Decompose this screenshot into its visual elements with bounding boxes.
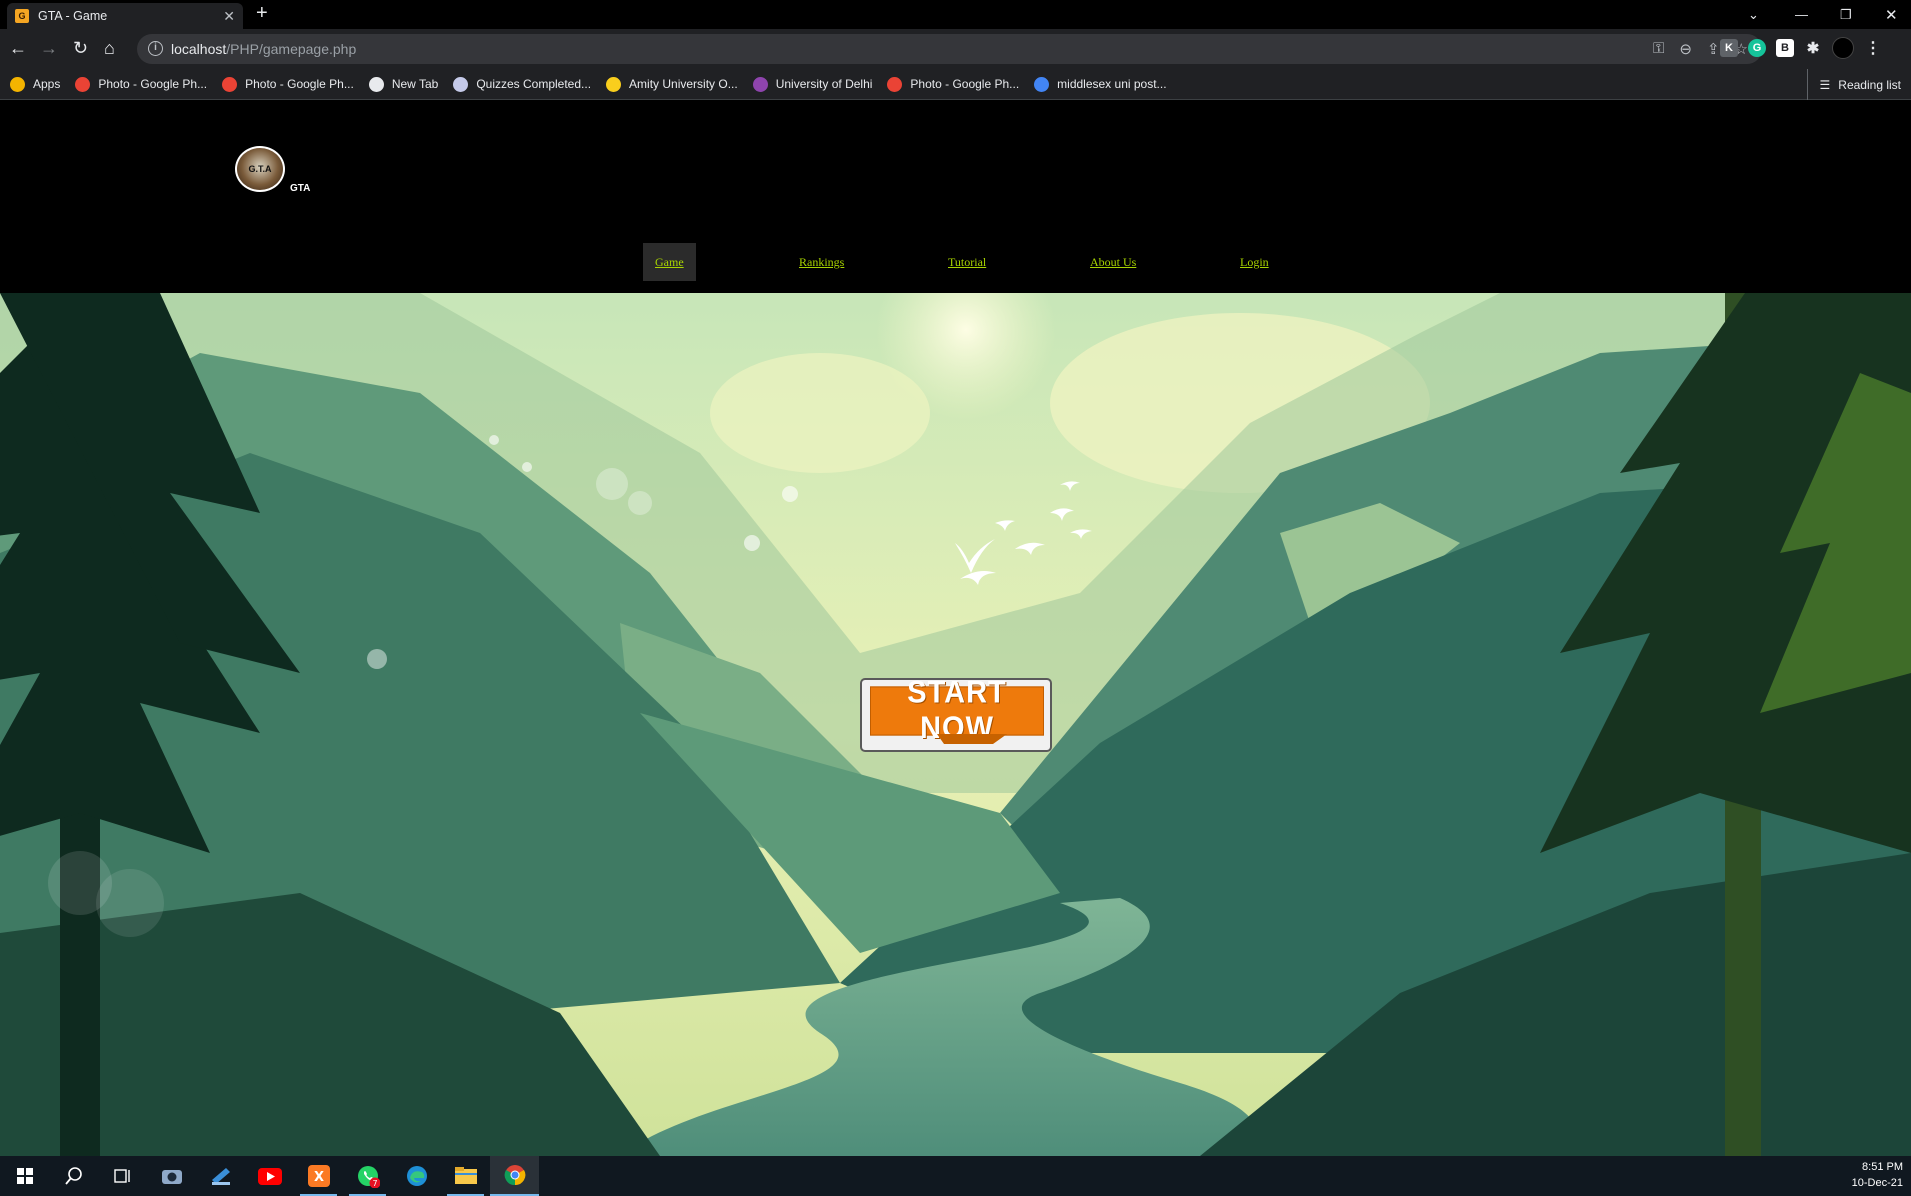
globe-icon — [368, 76, 384, 92]
reload-button[interactable]: ↻ — [73, 37, 88, 59]
extensions-puzzle-icon[interactable]: ✱ — [1804, 39, 1822, 57]
whatsapp-badge: 7 — [372, 1179, 377, 1188]
forward-button[interactable]: → — [40, 37, 58, 59]
bookmark-label: University of Delhi — [775, 77, 873, 91]
bookmark-item[interactable]: Photo - Google Ph... — [222, 76, 354, 92]
google-g-icon — [1034, 76, 1050, 92]
google-photos-icon — [75, 76, 91, 92]
grammarly-icon[interactable]: G — [1748, 39, 1766, 57]
browser-toolbar: ← → ↻ ⌂ i localhost/PHP/gamepage.php ⚿ ⊖… — [0, 29, 1911, 69]
nav-link-tutorial[interactable]: Tutorial — [948, 243, 986, 281]
editor-icon[interactable] — [196, 1156, 245, 1196]
nav-link-game[interactable]: Game — [643, 243, 696, 281]
xampp-icon[interactable]: X — [294, 1156, 343, 1196]
google-photos-icon — [887, 76, 903, 92]
reading-list-icon: ☰ — [1819, 77, 1831, 92]
nav-link-about-us[interactable]: About Us — [1090, 243, 1136, 281]
brand-name: GTA — [290, 183, 311, 194]
restore-button[interactable]: ❐ — [1840, 0, 1852, 29]
clock-date: 10-Dec-21 — [1851, 1177, 1903, 1189]
password-key-icon[interactable]: ⚿ — [1653, 40, 1664, 58]
zoom-icon[interactable]: ⊖ — [1679, 40, 1692, 58]
search-icon[interactable] — [49, 1156, 98, 1196]
amity-shield-icon — [606, 76, 622, 92]
bookmark-label: Photo - Google Ph... — [910, 77, 1020, 91]
bookmark-item[interactable]: Quizzes Completed... — [453, 76, 592, 92]
tab-strip: G GTA - Game ✕ + ⌄ — ❐ ✕ — [0, 0, 1911, 29]
bookmark-item[interactable]: Amity University O... — [606, 76, 738, 92]
logo-text: G.T.A — [248, 164, 272, 174]
bookmark-label: New Tab — [391, 77, 439, 91]
gta-favicon-icon: G — [15, 9, 29, 23]
bookmark-label: middlesex uni post... — [1057, 77, 1167, 91]
bookmark-item[interactable]: Photo - Google Ph... — [75, 76, 208, 92]
windows-taskbar: X 7 8:51 PM 10-Dec-21 — [0, 1156, 1911, 1196]
start-now-button[interactable]: START NOW — [860, 676, 1052, 752]
tab-title: GTA - Game — [38, 9, 108, 23]
bookmark-item[interactable]: University of Delhi — [752, 76, 873, 92]
bookmark-label: Apps — [33, 77, 61, 91]
reading-list-button[interactable]: ☰ Reading list — [1806, 69, 1901, 100]
tab-close-icon[interactable]: ✕ — [223, 8, 235, 25]
bookmark-label: Photo - Google Ph... — [245, 77, 354, 91]
system-clock[interactable]: 8:51 PM 10-Dec-21 — [1852, 1159, 1903, 1191]
apps-grid-icon — [10, 76, 25, 92]
forest-valley-background: START NOW — [0, 240, 1911, 1156]
bookmark-item[interactable]: middlesex uni post... — [1034, 76, 1167, 92]
browser-tab[interactable]: G GTA - Game ✕ — [7, 3, 243, 29]
gta-logo[interactable]: G.T.A — [235, 146, 285, 192]
clock-time: 8:51 PM — [1862, 1161, 1903, 1173]
minimize-button[interactable]: — — [1795, 0, 1808, 29]
web-page: G.T.A GTA Game Rankings Tutorial About U… — [0, 100, 1911, 1156]
site-header: G.T.A GTA Game Rankings Tutorial About U… — [0, 100, 1911, 293]
task-view-icon[interactable] — [98, 1156, 147, 1196]
svg-text:X: X — [313, 1170, 323, 1185]
share-icon[interactable]: ⇪ — [1707, 40, 1720, 58]
bookmark-label: Amity University O... — [629, 77, 738, 91]
du-logo-icon — [752, 76, 768, 92]
extensions-area: K G B ✱ ⋮ — [1720, 37, 1882, 59]
extension-k-icon[interactable]: K — [1720, 39, 1738, 57]
new-tab-button[interactable]: + — [256, 2, 268, 25]
nav-link-login[interactable]: Login — [1240, 243, 1269, 281]
bookmarks-bar: Apps Photo - Google Ph... Photo - Google… — [0, 69, 1911, 100]
nav-link-rankings[interactable]: Rankings — [799, 243, 844, 281]
bookmark-item[interactable]: New Tab — [368, 76, 439, 92]
browser-menu-icon[interactable]: ⋮ — [1864, 39, 1882, 57]
home-button[interactable]: ⌂ — [104, 37, 115, 59]
whatsapp-icon[interactable]: 7 — [343, 1156, 392, 1196]
address-bar[interactable]: i localhost/PHP/gamepage.php ⚿ ⊖ ⇪ ☆ — [137, 34, 1762, 64]
quiz-site-icon — [453, 76, 469, 92]
file-explorer-icon[interactable] — [441, 1156, 490, 1196]
bookmark-item[interactable]: Apps — [10, 76, 61, 92]
edge-icon[interactable] — [392, 1156, 441, 1196]
profile-avatar[interactable] — [1832, 37, 1854, 59]
tab-search-icon[interactable]: ⌄ — [1748, 0, 1759, 29]
chrome-icon[interactable] — [490, 1156, 539, 1196]
main-nav: Game Rankings Tutorial About Us Login — [0, 243, 1911, 281]
bookmark-item[interactable]: Photo - Google Ph... — [887, 76, 1020, 92]
bookmark-label: Quizzes Completed... — [476, 77, 592, 91]
back-button[interactable]: ← — [9, 37, 27, 59]
youtube-icon[interactable] — [245, 1156, 294, 1196]
close-window-button[interactable]: ✕ — [1885, 0, 1898, 29]
start-icon[interactable] — [0, 1156, 49, 1196]
google-photos-icon — [222, 76, 238, 92]
bookmark-label: Photo - Google Ph... — [98, 77, 208, 91]
start-now-label: START NOW — [870, 676, 1044, 745]
url-text[interactable]: localhost/PHP/gamepage.php — [171, 41, 356, 57]
camera-icon[interactable] — [147, 1156, 196, 1196]
extension-b-icon[interactable]: B — [1776, 39, 1794, 57]
reading-list-label: Reading list — [1838, 77, 1901, 92]
site-info-icon[interactable]: i — [148, 41, 163, 56]
